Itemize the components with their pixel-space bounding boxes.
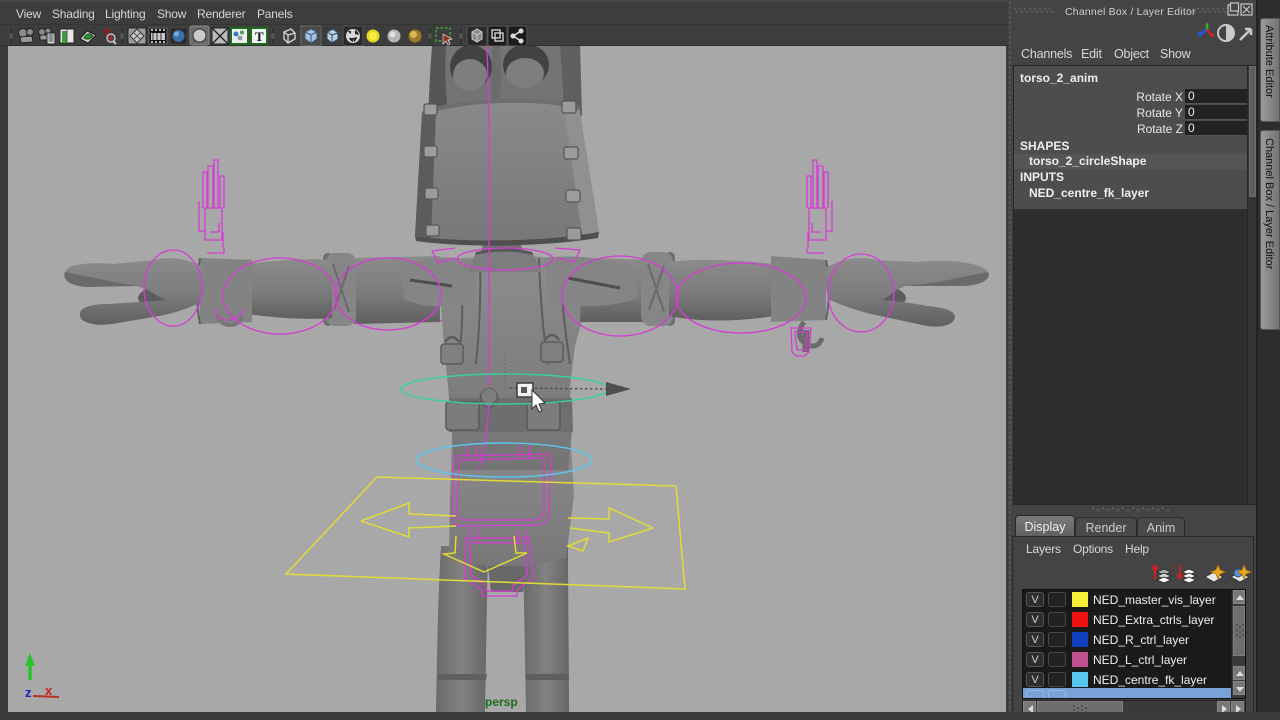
svg-text:persp: persp xyxy=(485,695,518,709)
svg-text:Channel Box / Layer Editor: Channel Box / Layer Editor xyxy=(1065,6,1196,18)
svg-text:z: z xyxy=(25,685,32,700)
svg-text:T: T xyxy=(255,29,264,44)
